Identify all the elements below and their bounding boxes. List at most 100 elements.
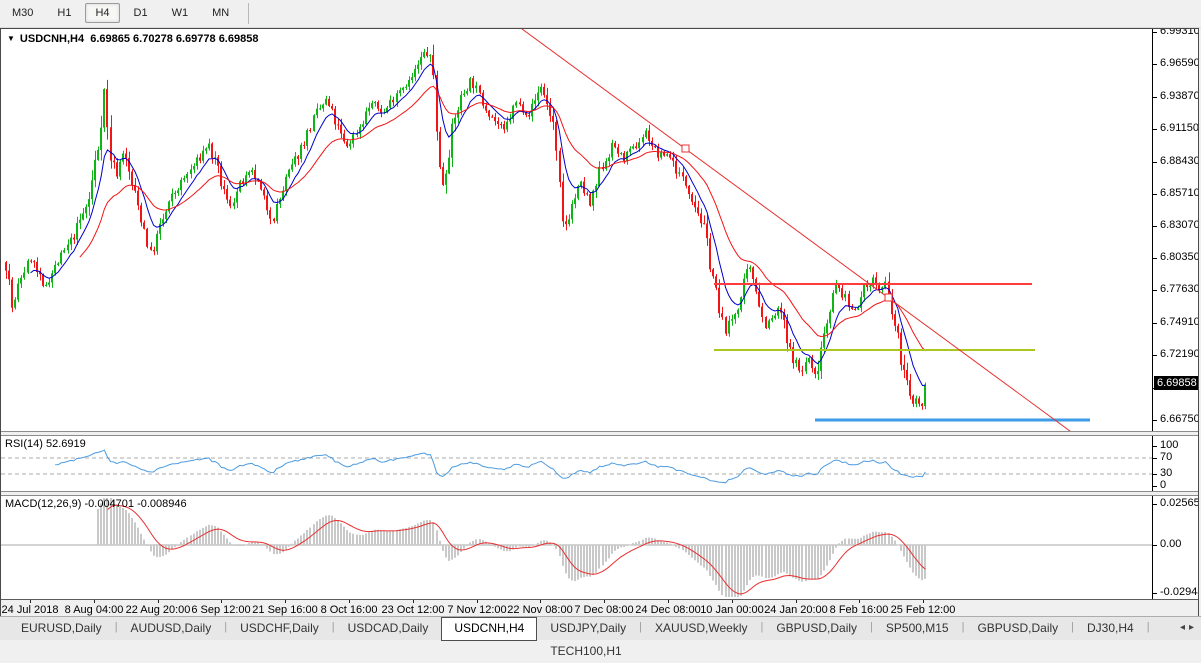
timeframe-button-h4[interactable]: H4: [85, 3, 120, 23]
macd-tick: 0.025656: [1160, 497, 1198, 509]
candle-body: [866, 284, 868, 288]
macd-histogram-bar: [814, 545, 816, 580]
macd-histogram-bar: [319, 519, 321, 545]
candle-body: [761, 306, 763, 317]
date-tickmark: [285, 600, 286, 603]
macd-plot[interactable]: [1, 496, 1154, 599]
candle-body: [60, 252, 62, 264]
candle-body: [417, 64, 419, 69]
candle-body: [829, 311, 831, 324]
candle-body: [73, 237, 75, 240]
timeframe-button-h1[interactable]: H1: [47, 3, 81, 23]
candle-body: [156, 233, 158, 252]
tab-usdjpy-daily[interactable]: USDJPY,Daily: [537, 617, 639, 640]
timeframe-button-mn[interactable]: MN: [202, 3, 239, 23]
candle-body: [586, 193, 588, 195]
price-tick: 6.66750: [1160, 413, 1198, 425]
candle-body: [635, 146, 637, 149]
candle-body: [500, 124, 502, 125]
slow-ma: [79, 85, 926, 352]
macd-histogram-bar: [316, 521, 318, 545]
macd-histogram-bar: [488, 543, 490, 545]
candle-body: [795, 359, 797, 364]
tab-xauusd-weekly[interactable]: XAUUSD,Weekly: [642, 617, 760, 640]
macd-histogram-bar: [605, 545, 607, 562]
candle-body: [475, 85, 477, 89]
macd-histogram-bar: [116, 504, 118, 545]
macd-histogram-bar: [829, 545, 831, 561]
tab-eurusd-daily[interactable]: EURUSD,Daily: [8, 617, 115, 640]
price-tick: 6.99310: [1160, 29, 1198, 37]
tab-usdcnh-h4[interactable]: USDCNH,H4: [441, 617, 538, 641]
tab-gbpusd-daily[interactable]: GBPUSD,Daily: [763, 617, 870, 640]
tab-usdchf-daily[interactable]: USDCHF,Daily: [227, 617, 332, 640]
candle-body: [657, 147, 659, 158]
candle-body: [731, 319, 733, 321]
macd-histogram-bar: [359, 534, 361, 545]
date-label: 24 Jan 20:00: [764, 604, 828, 616]
macd-histogram-bar: [368, 532, 370, 545]
macd-tickmark: [1153, 504, 1157, 505]
macd-histogram-bar: [383, 531, 385, 545]
timeframe-button-m30[interactable]: M30: [2, 3, 43, 23]
macd-histogram-bar: [771, 545, 773, 578]
descending-trendline: [521, 29, 1071, 431]
macd-histogram-bar: [303, 533, 305, 545]
macd-histogram-bar: [595, 545, 597, 573]
price-axis[interactable]: 6.99310 6.96590 6.93870 6.91150 6.88430 6.857…: [1152, 29, 1198, 431]
price-chart-plot[interactable]: [1, 29, 1154, 431]
tab-tech100-h1[interactable]: TECH100,H1: [537, 640, 634, 663]
date-label: 22 Aug 20:00: [125, 604, 191, 616]
macd-histogram-bar: [356, 534, 358, 545]
tab-dj30-h4[interactable]: DJ30,H4: [1074, 617, 1147, 640]
candle-body: [291, 164, 293, 170]
tabs-scroll-right-icon[interactable]: ▸: [1189, 622, 1198, 633]
macd-histogram-bar: [598, 545, 600, 569]
tab-gbpusd-daily[interactable]: GBPUSD,Daily: [964, 617, 1071, 640]
macd-histogram-bar: [282, 545, 284, 553]
candle-body: [233, 202, 235, 207]
candle-body: [248, 172, 250, 176]
candle-body: [423, 52, 425, 58]
rsi-plot[interactable]: [1, 436, 1154, 491]
macd-histogram-bar: [663, 542, 665, 545]
candle-body: [777, 307, 779, 316]
macd-histogram-bar: [888, 533, 890, 545]
tab-audusd-daily[interactable]: AUDUSD,Daily: [118, 617, 225, 640]
rsi-axis[interactable]: 100 70 30 0: [1152, 436, 1198, 491]
macd-histogram-bar: [795, 545, 797, 579]
timeframe-button-w1[interactable]: W1: [162, 3, 199, 23]
macd-histogram-bar: [780, 545, 782, 573]
macd-histogram-bar: [119, 506, 121, 545]
candle-body: [254, 170, 256, 179]
collapse-arrow-icon[interactable]: ▼: [7, 34, 15, 43]
macd-histogram-bar: [469, 542, 471, 545]
candle-body: [359, 126, 361, 135]
tab-separator: |: [1146, 621, 1150, 633]
macd-histogram-bar: [137, 527, 139, 545]
tab-sp500-m15[interactable]: SP500,M15: [873, 617, 962, 640]
candle-body: [97, 150, 99, 160]
macd-histogram-bar: [205, 526, 207, 545]
candle-body: [76, 222, 78, 240]
macd-histogram-bar: [620, 545, 622, 548]
candle-body: [771, 318, 773, 321]
tab-usdcad-daily[interactable]: USDCAD,Daily: [335, 617, 442, 640]
macd-histogram-bar: [562, 545, 564, 566]
macd-histogram-bar: [531, 545, 533, 546]
candle-body: [691, 194, 693, 202]
tabs-scroll-left-icon[interactable]: ◂: [1180, 622, 1189, 633]
macd-axis[interactable]: 0.025656 0.00 -0.029484: [1152, 496, 1198, 599]
candle-body: [758, 291, 760, 307]
macd-histogram-bar: [875, 531, 877, 545]
macd-histogram-bar: [903, 545, 905, 557]
timeframe-button-d1[interactable]: D1: [124, 3, 158, 23]
trendline-handle: [884, 293, 893, 302]
candle-body: [786, 320, 788, 344]
date-tickmark: [604, 600, 605, 603]
price-tickmark: [1153, 64, 1157, 65]
candle-body: [642, 137, 644, 143]
candle-body: [712, 269, 714, 277]
candle-body: [171, 193, 173, 202]
macd-tick: -0.029484: [1160, 586, 1198, 598]
